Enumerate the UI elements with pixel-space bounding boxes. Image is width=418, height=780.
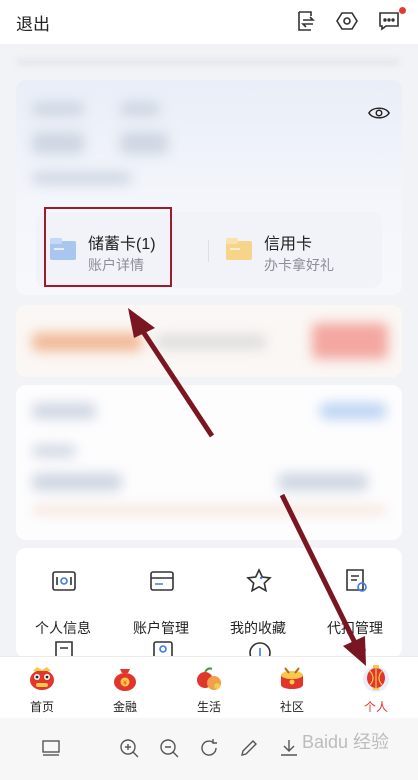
tab-label: 个人 (363, 700, 388, 714)
tab-label: 首页 (29, 700, 54, 714)
life-fruit-icon (197, 667, 221, 690)
message-icon[interactable] (377, 9, 401, 33)
menu-item-favorites[interactable]: 我的收藏 (213, 566, 303, 646)
blurred-content (32, 403, 96, 419)
credit-card-subtitle: 办卡拿好礼 (264, 257, 334, 273)
settings-icon[interactable] (335, 9, 359, 33)
transfer-icon[interactable] (294, 9, 318, 33)
exit-button[interactable]: 退出 (16, 10, 50, 35)
credit-card-entry[interactable]: 信用卡 办卡拿好礼 (210, 212, 382, 288)
tab-label: 生活 (196, 700, 221, 714)
divider (208, 240, 209, 262)
menu-item-personal-info[interactable]: 个人信息 (18, 566, 108, 646)
edit-icon[interactable] (238, 737, 260, 759)
menu-label: 个人信息 (35, 620, 91, 636)
blurred-content (32, 102, 84, 116)
personal-info-icon (52, 571, 76, 591)
blurred-content (32, 445, 76, 457)
personal-lantern-icon (363, 665, 389, 692)
tab-personal[interactable]: 个人 (334, 657, 418, 719)
community-drum-icon (281, 667, 303, 689)
tab-life[interactable]: 生活 (167, 657, 251, 719)
service-menu: 个人信息 账户管理 我的收藏 代扣管理 (16, 548, 402, 658)
blurred-strip (0, 44, 418, 80)
menu-item-account-management[interactable]: 账户管理 (116, 566, 206, 646)
rotate-icon[interactable] (198, 737, 220, 759)
layout-icon[interactable] (40, 737, 62, 759)
home-lion-icon (30, 667, 54, 690)
blurred-content (312, 323, 388, 359)
blurred-content (156, 335, 266, 349)
download-icon[interactable] (278, 737, 300, 759)
blurred-content (32, 507, 386, 513)
blurred-content (32, 333, 142, 351)
tab-home[interactable]: 首页 (0, 657, 84, 719)
tab-label: 社区 (279, 700, 304, 714)
menu-item-auto-debit[interactable]: 代扣管理 (310, 566, 400, 646)
blurred-content (32, 172, 132, 184)
promo-banner[interactable] (16, 305, 402, 377)
zoom-in-icon[interactable] (118, 737, 140, 759)
menu-label: 账户管理 (133, 620, 189, 636)
finance-moneybag-icon: ¥ (114, 669, 136, 691)
blurred-content (278, 473, 368, 491)
svg-text:¥: ¥ (123, 680, 127, 687)
tab-community[interactable]: 社区 (250, 657, 334, 719)
menu-label: 我的收藏 (230, 620, 286, 636)
blurred-content (32, 132, 84, 154)
blurred-content (32, 473, 122, 491)
top-bar: 退出 (0, 0, 418, 44)
credit-card-icon (226, 238, 252, 260)
credit-card-title: 信用卡 (264, 236, 313, 253)
bottom-tab-bar: 首页 ¥ 金融 生活 社区 个人 (0, 656, 418, 718)
blurred-content (120, 102, 160, 116)
auto-debit-icon (346, 569, 367, 592)
tab-label: 金融 (112, 700, 137, 714)
watermark: Baidu 经验 (302, 732, 390, 752)
eye-icon[interactable] (368, 104, 390, 122)
unread-badge (399, 7, 406, 14)
wealth-card (16, 385, 402, 540)
account-management-icon (150, 571, 174, 591)
menu-label: 代扣管理 (327, 620, 383, 636)
blurred-content (16, 58, 400, 66)
favorites-icon (246, 568, 272, 593)
tab-finance[interactable]: ¥ 金融 (83, 657, 167, 719)
blurred-content (320, 403, 386, 419)
zoom-out-icon[interactable] (158, 737, 180, 759)
blurred-content (120, 132, 168, 154)
highlight-box (44, 207, 172, 287)
